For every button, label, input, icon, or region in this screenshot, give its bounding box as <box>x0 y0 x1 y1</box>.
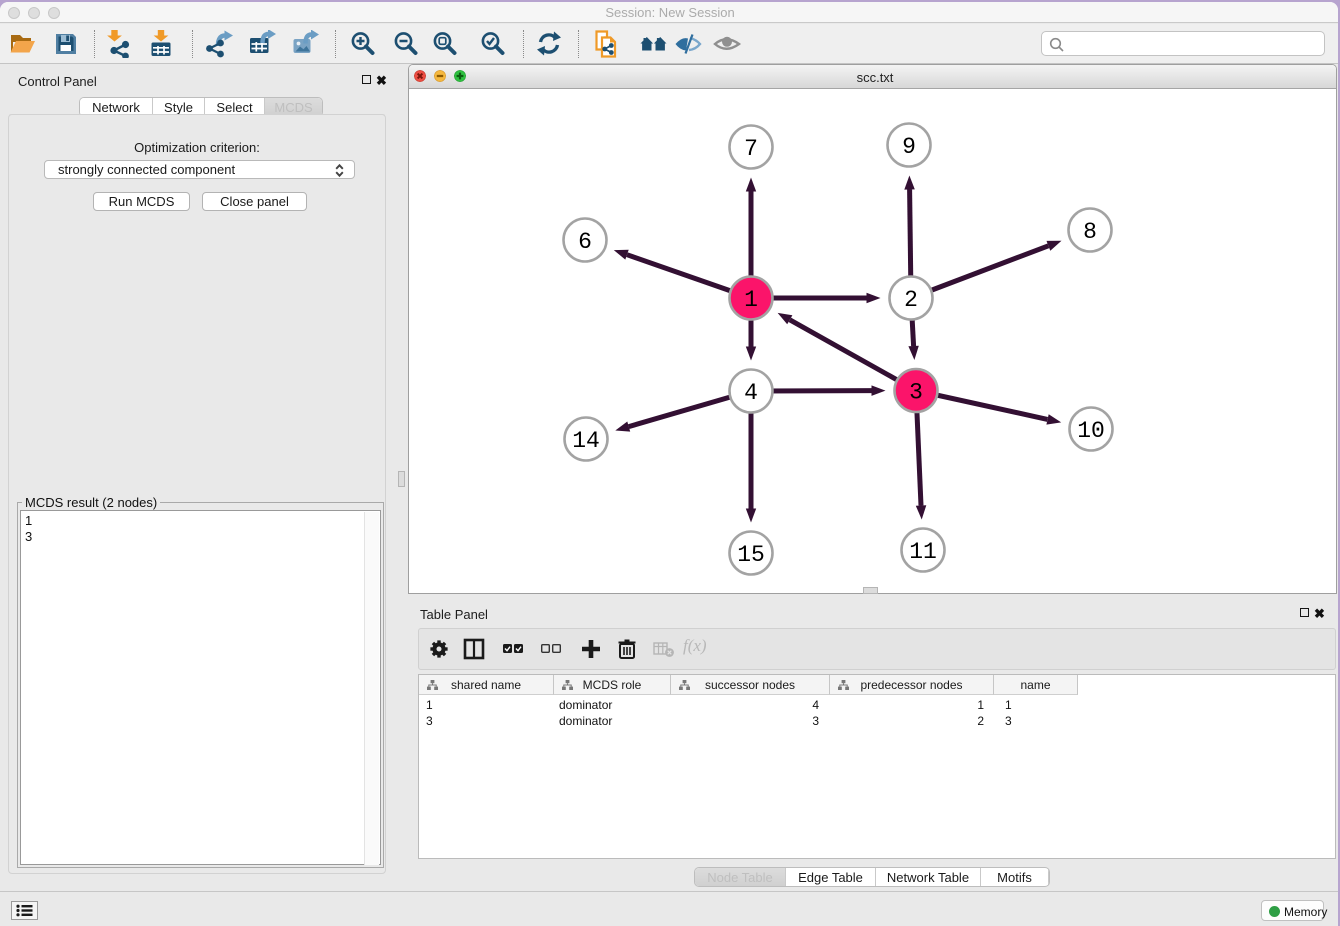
svg-text:1: 1 <box>744 287 758 313</box>
svg-text:14: 14 <box>572 428 600 454</box>
svg-text:10: 10 <box>1077 418 1105 444</box>
svg-text:4: 4 <box>744 380 758 406</box>
svg-text:11: 11 <box>909 539 937 565</box>
svg-text:3: 3 <box>909 380 923 406</box>
svg-text:2: 2 <box>904 287 918 313</box>
svg-text:9: 9 <box>902 134 916 160</box>
svg-text:6: 6 <box>578 229 592 255</box>
svg-text:7: 7 <box>744 136 758 162</box>
svg-text:15: 15 <box>737 542 765 568</box>
svg-text:8: 8 <box>1083 219 1097 245</box>
